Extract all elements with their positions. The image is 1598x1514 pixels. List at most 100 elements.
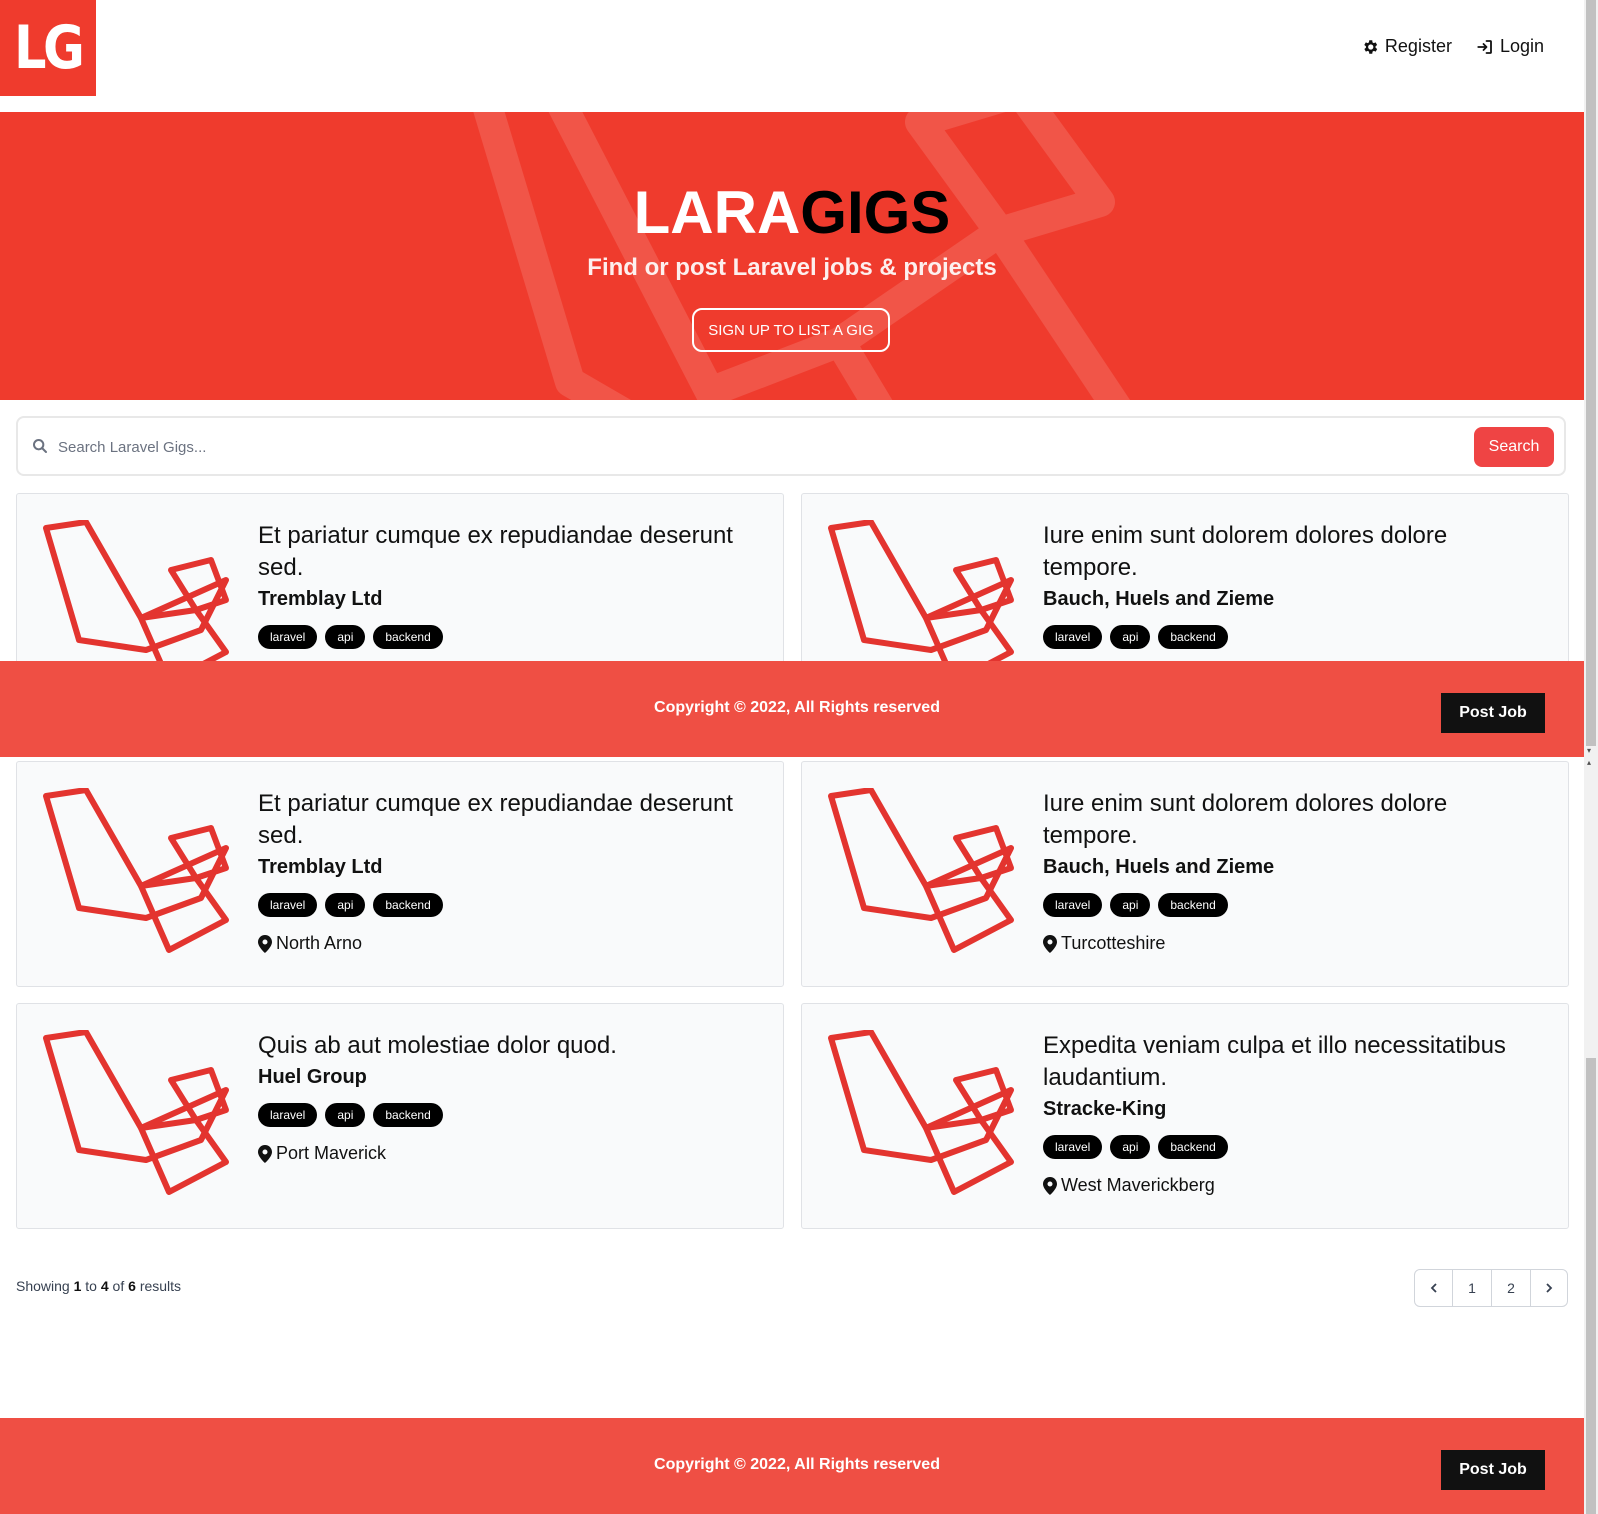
tag-api[interactable]: api xyxy=(325,893,366,917)
laravel-logo-icon xyxy=(828,1030,1014,1195)
navbar: LG Register Login xyxy=(0,0,1584,110)
register-label: Register xyxy=(1384,36,1452,56)
footer-copyright: Copyright © 2022, All Rights reserved xyxy=(654,1456,940,1473)
tag-backend[interactable]: backend xyxy=(373,625,443,649)
listing-company: Tremblay Ltd xyxy=(258,856,383,878)
chevron-left-icon xyxy=(1430,1283,1437,1293)
logo-text: LG xyxy=(14,13,85,83)
listing-tags: laravel api backend xyxy=(258,625,758,649)
listing-title[interactable]: Et pariatur cumque ex repudiandae deseru… xyxy=(258,520,758,584)
listing-tags: laravel api backend xyxy=(1043,893,1543,917)
tag-api[interactable]: api xyxy=(1110,1135,1151,1159)
listing-body: Quis ab aut molestiae dolor quod. Huel G… xyxy=(258,1030,758,1164)
map-marker-icon xyxy=(258,934,272,953)
register-link[interactable]: Register xyxy=(1361,36,1452,57)
search-input[interactable] xyxy=(58,430,1378,464)
listing-body: Iure enim sunt dolorem dolores dolore te… xyxy=(1043,788,1543,954)
logo[interactable]: LG xyxy=(0,0,96,96)
next-page-button[interactable] xyxy=(1531,1270,1567,1306)
listing-location: Port Maverick xyxy=(258,1143,758,1164)
laravel-logo-icon xyxy=(828,788,1014,953)
listing-title[interactable]: Et pariatur cumque ex repudiandae deseru… xyxy=(258,788,758,852)
results-summary: Showing 1 to 4 of 6 results xyxy=(16,1278,181,1294)
results-to: 4 xyxy=(100,1278,109,1294)
results-total: 6 xyxy=(128,1278,136,1294)
listing-card[interactable]: Expedita veniam culpa et illo necessitat… xyxy=(801,1003,1569,1229)
search-bar: Search xyxy=(16,416,1566,476)
results-from: 1 xyxy=(73,1278,82,1294)
chevron-right-icon xyxy=(1546,1283,1553,1293)
tag-laravel[interactable]: laravel xyxy=(258,1103,318,1127)
listing-card[interactable]: Et pariatur cumque ex repudiandae deseru… xyxy=(16,761,784,987)
tag-api[interactable]: api xyxy=(1110,625,1151,649)
tag-laravel[interactable]: laravel xyxy=(258,625,318,649)
listing-company: Bauch, Huels and Zieme xyxy=(1043,856,1275,878)
tag-backend[interactable]: backend xyxy=(373,1103,443,1127)
prev-page-button[interactable] xyxy=(1415,1270,1453,1306)
listing-company: Stracke-King xyxy=(1043,1098,1167,1120)
listing-company: Bauch, Huels and Zieme xyxy=(1043,588,1275,610)
tag-laravel[interactable]: laravel xyxy=(1043,625,1103,649)
post-job-button[interactable]: Post Job xyxy=(1441,1450,1545,1490)
post-job-button[interactable]: Post Job xyxy=(1441,693,1545,733)
listing-location-text: North Arno xyxy=(276,933,363,953)
scrollbar-thumb-bottom[interactable] xyxy=(1586,1058,1596,1514)
hero-subtitle: Find or post Laravel jobs & projects xyxy=(587,254,997,281)
tag-api[interactable]: api xyxy=(1110,893,1151,917)
pagination: 1 2 xyxy=(1414,1269,1568,1307)
to-word: to xyxy=(85,1278,97,1294)
listing-company: Tremblay Ltd xyxy=(258,588,383,610)
listing-tags: laravel api backend xyxy=(258,893,758,917)
sign-in-icon xyxy=(1477,39,1492,54)
search-button[interactable]: Search xyxy=(1474,427,1554,467)
tag-backend[interactable]: backend xyxy=(1158,1135,1228,1159)
listing-title[interactable]: Quis ab aut molestiae dolor quod. xyxy=(258,1030,758,1062)
page-2-button[interactable]: 2 xyxy=(1492,1270,1531,1306)
listing-title[interactable]: Iure enim sunt dolorem dolores dolore te… xyxy=(1043,520,1543,584)
listing-tags: laravel api backend xyxy=(1043,625,1543,649)
listing-card[interactable]: Iure enim sunt dolorem dolores dolore te… xyxy=(801,761,1569,987)
search-icon xyxy=(33,439,47,453)
tag-backend[interactable]: backend xyxy=(1158,625,1228,649)
page-footer: Copyright © 2022, All Rights reserved Po… xyxy=(0,1418,1584,1514)
hero-section: LARAGIGS Find or post Laravel jobs & pro… xyxy=(0,112,1584,400)
tag-laravel[interactable]: laravel xyxy=(1043,893,1103,917)
laravel-logo-icon xyxy=(43,788,229,953)
map-marker-icon xyxy=(1043,1176,1057,1195)
listing-tags: laravel api backend xyxy=(1043,1135,1543,1159)
tag-api[interactable]: api xyxy=(325,1103,366,1127)
listing-location: North Arno xyxy=(258,933,758,954)
tag-backend[interactable]: backend xyxy=(373,893,443,917)
listing-body: Expedita veniam culpa et illo necessitat… xyxy=(1043,1030,1543,1196)
map-marker-icon xyxy=(258,1144,272,1163)
page-1-button[interactable]: 1 xyxy=(1453,1270,1492,1306)
listing-body: Et pariatur cumque ex repudiandae deseru… xyxy=(258,788,758,954)
scroll-up-arrow-icon[interactable]: ▴ xyxy=(1587,758,1595,767)
login-link[interactable]: Login xyxy=(1476,36,1544,57)
listing-location-text: West Maverickberg xyxy=(1061,1175,1215,1195)
scroll-down-arrow-icon[interactable]: ▾ xyxy=(1587,746,1595,755)
scrollbar[interactable]: ▾ ▴ xyxy=(1584,0,1598,1514)
tag-laravel[interactable]: laravel xyxy=(1043,1135,1103,1159)
nav-links: Register Login xyxy=(1361,36,1544,57)
gear-icon xyxy=(1364,39,1378,54)
tag-backend[interactable]: backend xyxy=(1158,893,1228,917)
map-marker-icon xyxy=(1043,934,1057,953)
hero-title: LARAGIGS xyxy=(0,178,1584,247)
tag-api[interactable]: api xyxy=(325,625,366,649)
listing-tags: laravel api backend xyxy=(258,1103,758,1127)
sign-up-button[interactable]: SIGN UP TO LIST A GIG xyxy=(692,308,890,352)
listing-title[interactable]: Expedita veniam culpa et illo necessitat… xyxy=(1043,1030,1543,1094)
listing-location-text: Port Maverick xyxy=(276,1143,387,1163)
hero-title-lara: LARA xyxy=(633,179,801,246)
listing-title[interactable]: Iure enim sunt dolorem dolores dolore te… xyxy=(1043,788,1543,852)
scrollbar-thumb-top[interactable] xyxy=(1586,0,1596,746)
tag-laravel[interactable]: laravel xyxy=(258,893,318,917)
listing-company: Huel Group xyxy=(258,1066,367,1088)
listing-location-text: Turcotteshire xyxy=(1061,933,1166,953)
laravel-logo-icon xyxy=(43,1030,229,1195)
listing-location: Turcotteshire xyxy=(1043,933,1543,954)
listing-location: West Maverickberg xyxy=(1043,1175,1543,1196)
listing-card[interactable]: Quis ab aut molestiae dolor quod. Huel G… xyxy=(16,1003,784,1229)
of-word: of xyxy=(112,1278,125,1294)
